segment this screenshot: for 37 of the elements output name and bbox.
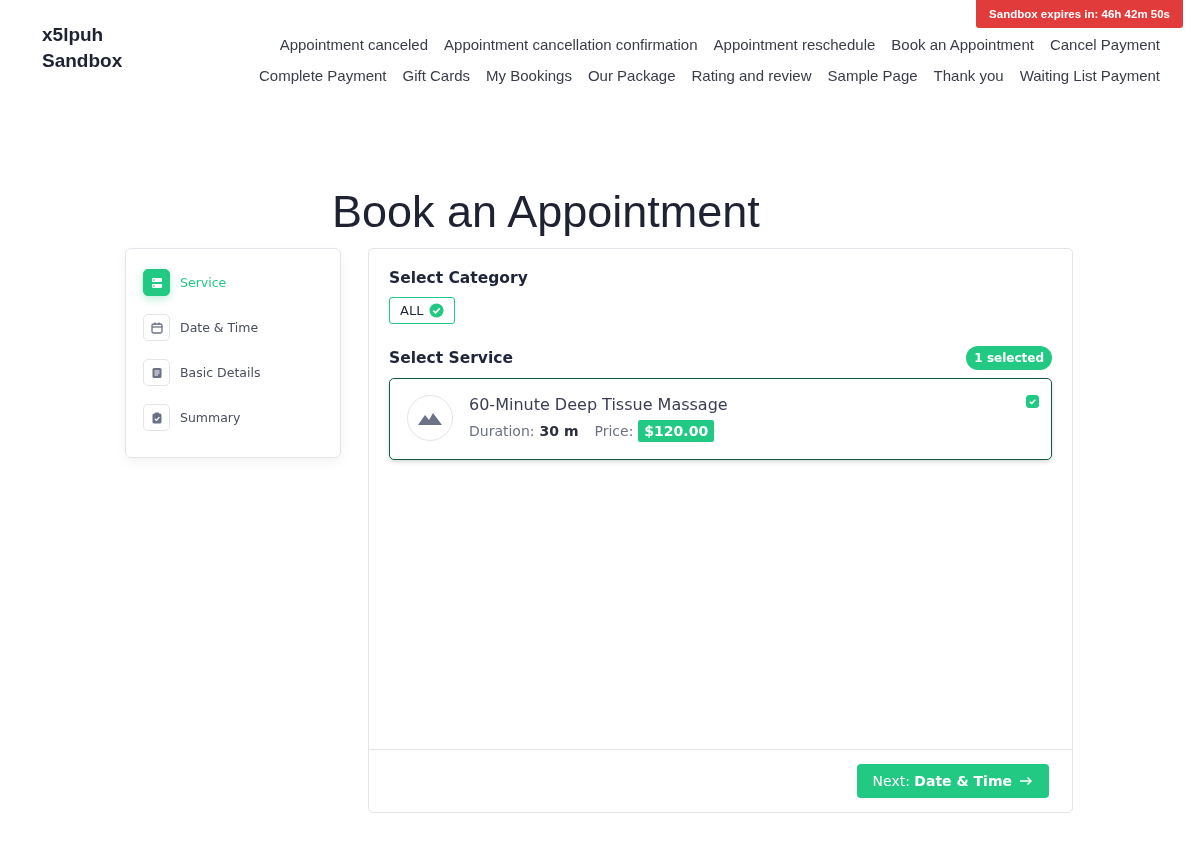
check-icon [1028,397,1037,406]
list-icon[interactable] [143,269,170,296]
nav-link[interactable]: Appointment cancellation confirmation [444,36,698,53]
duration-value: 30 m [539,423,579,439]
nav-link[interactable]: Rating and review [691,67,812,84]
nav-link[interactable]: Sample Page [827,67,918,84]
document-icon[interactable] [143,359,170,386]
selected-count-badge: 1 selected [966,346,1052,370]
service-card[interactable]: 60-Minute Deep Tissue Massage Duration: 30 m Price: $120.00 [389,378,1052,460]
step-label[interactable]: Summary [180,410,241,425]
page-title: Book an Appointment [332,186,761,238]
nav-link[interactable]: Appointment canceled [279,36,429,53]
nav-link[interactable]: Gift Cards [402,67,471,84]
nav-link[interactable]: Waiting List Payment [1019,67,1160,84]
calendar-icon[interactable] [143,314,170,341]
site-title[interactable]: x5lpuh Sandbox [42,22,132,84]
category-chip[interactable]: ALL [389,297,456,324]
clipboard-check-icon[interactable] [143,404,170,431]
nav-link[interactable]: Cancel Payment [1049,36,1160,53]
section-heading: Select Service [389,349,513,367]
nav-link[interactable]: Book an Appointment [891,36,1034,53]
step-label[interactable]: Basic Details [180,365,261,380]
nav-link[interactable]: Complete Payment [258,67,387,84]
check-circle-icon [429,303,445,318]
nav-link[interactable]: Thank you [933,67,1004,84]
nav-link[interactable]: My Bookings [486,67,572,84]
sandbox-timer-banner: Sandbox expires in: 46h 42m 50s [976,0,1183,28]
section-heading: Select Category [389,269,529,287]
step-label[interactable]: Date & Time [180,320,259,335]
checkbox[interactable] [1026,395,1039,408]
price-tag: $120.00 [638,420,715,442]
nav-link[interactable]: Appointment reschedule [713,36,876,53]
arrow-right-icon [1019,776,1033,786]
duration-label: Duration: [469,423,535,439]
service-name: 60-Minute Deep Tissue Massage [469,395,729,414]
price-label: Price: [594,423,634,439]
nav-link[interactable]: Our Package [587,67,676,84]
